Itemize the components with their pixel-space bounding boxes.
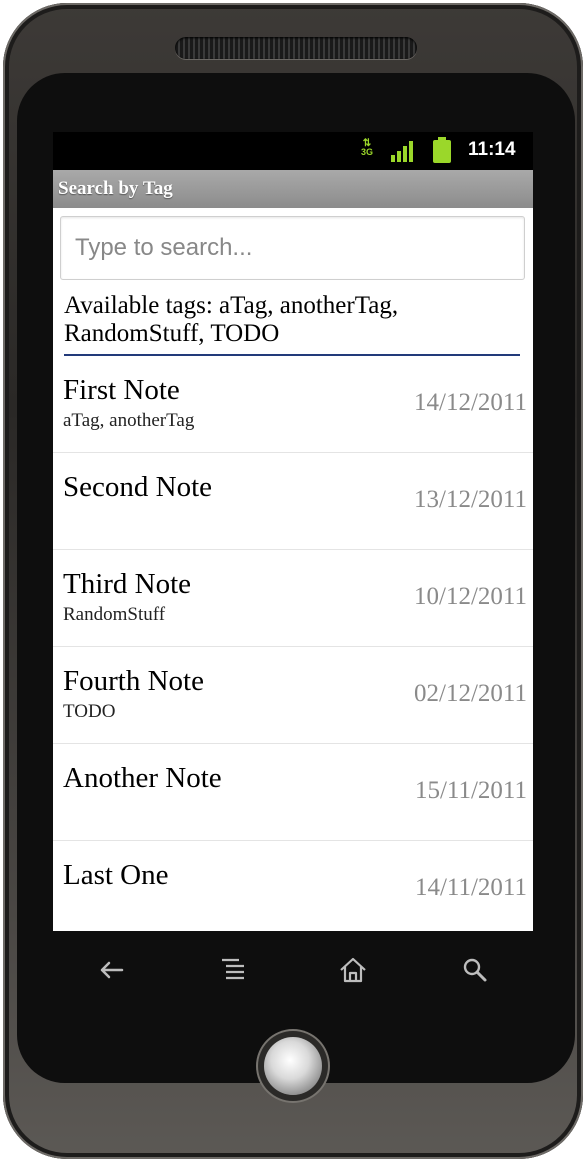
soft-keys (53, 940, 533, 1000)
trackball[interactable] (264, 1037, 322, 1095)
note-title: Another Note (63, 762, 222, 794)
status-bar: ⇅ 3G 11:14 (53, 132, 533, 170)
note-title: Fourth Note (63, 665, 204, 697)
note-title: First Note (63, 374, 180, 406)
signal-icon (391, 141, 413, 162)
notes-list: First Note aTag, anotherTag 14/12/2011 S… (53, 356, 533, 931)
list-item[interactable]: Another Note 15/11/2011 (53, 744, 533, 841)
search-box[interactable] (60, 216, 525, 280)
network-icon: ⇅ 3G (360, 138, 373, 157)
note-tags: RandomStuff (63, 604, 166, 625)
list-item[interactable]: Fourth Note TODO 02/12/2011 (53, 647, 533, 744)
search-icon[interactable] (455, 950, 495, 990)
list-item[interactable]: First Note aTag, anotherTag 14/12/2011 (53, 356, 533, 453)
list-item[interactable]: Third Note RandomStuff 10/12/2011 (53, 550, 533, 647)
earpiece-speaker (175, 37, 417, 59)
note-title: Last One (63, 859, 169, 891)
note-title: Second Note (63, 471, 212, 503)
note-date: 02/12/2011 (414, 680, 527, 707)
list-item[interactable]: Last One 14/11/2011 (53, 841, 533, 931)
note-date: 15/11/2011 (414, 777, 527, 804)
battery-icon (433, 137, 451, 163)
note-tags: TODO (63, 701, 116, 722)
note-date: 10/12/2011 (414, 583, 527, 610)
available-tags-text: Available tags: aTag, anotherTag, Random… (64, 292, 399, 347)
note-date: 13/12/2011 (414, 486, 527, 513)
home-icon[interactable] (333, 950, 373, 990)
screen: ⇅ 3G 11:14 Search by Tag Available tags:… (53, 132, 533, 931)
menu-icon[interactable] (214, 950, 254, 990)
clock: 11:14 (468, 139, 516, 160)
note-tags: aTag, anotherTag (63, 410, 195, 431)
list-item[interactable]: Second Note 13/12/2011 (53, 453, 533, 550)
note-date: 14/12/2011 (414, 389, 527, 416)
title-bar: Search by Tag (53, 170, 533, 208)
note-date: 14/11/2011 (414, 874, 527, 901)
note-title: Third Note (63, 568, 192, 600)
search-input[interactable] (73, 217, 517, 279)
page-title: Search by Tag (58, 178, 173, 199)
back-icon[interactable] (91, 950, 131, 990)
